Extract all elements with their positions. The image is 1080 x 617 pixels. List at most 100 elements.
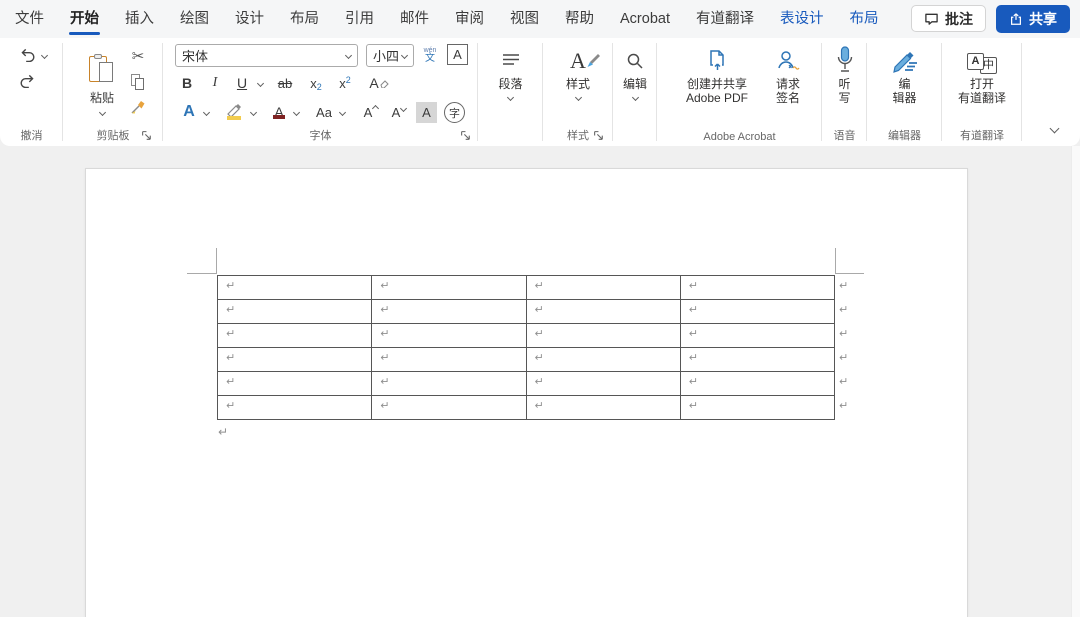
paste-button[interactable]: 粘贴 <box>81 43 123 125</box>
comments-button[interactable]: 批注 <box>911 5 986 32</box>
tab-5-normal[interactable]: 布局 <box>277 0 332 38</box>
table-cell-r3-c1[interactable]: ↵ <box>218 324 372 348</box>
comments-label: 批注 <box>945 9 973 29</box>
change-case-chevron[interactable] <box>339 109 346 116</box>
table-cell-r4-c1[interactable]: ↵ <box>218 348 372 372</box>
tab-0-normal[interactable]: 文件 <box>2 0 57 38</box>
cut-button[interactable]: ✂ <box>127 46 149 66</box>
bold-button[interactable]: B <box>176 72 198 94</box>
editor-line1: 编 <box>898 77 910 91</box>
paste-dropdown-chevron[interactable] <box>98 108 105 115</box>
table-cell-r6-c4[interactable]: ↵ <box>681 396 835 420</box>
tab-14-contextual[interactable]: 布局 <box>836 0 891 38</box>
table-cell-r1-c3[interactable]: ↵ <box>527 276 681 300</box>
word-table[interactable]: ↵↵↵↵↵↵↵↵↵↵↵↵↵↵↵↵↵↵↵↵↵↵↵↵ <box>217 275 835 420</box>
superscript-button[interactable]: x 2 <box>333 72 357 94</box>
text-effects-chevron[interactable] <box>203 109 210 116</box>
italic-button[interactable]: I <box>204 72 226 94</box>
shrink-font-button[interactable]: A <box>387 100 411 124</box>
clear-formatting-button[interactable]: A <box>366 72 392 94</box>
cell-end-mark: ↵ <box>226 304 235 316</box>
undo-dropdown-chevron[interactable] <box>40 51 47 58</box>
font-size-combobox[interactable]: 小四 <box>366 44 414 67</box>
styles-menu-button[interactable]: A 样式 <box>543 38 613 100</box>
table-cell-r5-c2[interactable]: ↵ <box>372 372 526 396</box>
styles-dialog-launcher[interactable] <box>593 130 605 142</box>
tab-12-normal[interactable]: 有道翻译 <box>683 0 767 38</box>
tab-2-normal[interactable]: 插入 <box>112 0 167 38</box>
vertical-scrollbar[interactable] <box>1071 146 1080 617</box>
subscript-button[interactable]: x 2 <box>304 72 328 94</box>
share-button[interactable]: 共享 <box>996 5 1070 33</box>
font-name-combobox[interactable]: 宋体 <box>175 44 358 67</box>
text-effects-button[interactable]: A <box>177 100 201 124</box>
enclose-characters-button[interactable]: 字 <box>444 102 465 123</box>
crop-mark-left-horizontal <box>187 273 216 274</box>
open-youdao-button[interactable]: A 中 打开 有道翻译 <box>942 38 1022 105</box>
table-cell-r6-c3[interactable]: ↵ <box>527 396 681 420</box>
cell-end-mark: ↵ <box>226 328 235 340</box>
character-border-button[interactable]: A <box>447 44 468 65</box>
font-color-chevron[interactable] <box>293 109 300 116</box>
editing-menu-button[interactable]: 编辑 <box>613 38 657 100</box>
tab-3-normal[interactable]: 绘图 <box>167 0 222 38</box>
collapse-ribbon-chevron[interactable] <box>1050 124 1060 134</box>
table-cell-r3-c2[interactable]: ↵ <box>372 324 526 348</box>
tab-9-normal[interactable]: 视图 <box>497 0 552 38</box>
table-cell-r4-c4[interactable]: ↵ <box>681 348 835 372</box>
copy-button[interactable] <box>127 72 149 92</box>
character-shading-button[interactable]: A <box>416 102 437 123</box>
table-cell-r2-c4[interactable]: ↵ <box>681 300 835 324</box>
table-cell-r4-c3[interactable]: ↵ <box>527 348 681 372</box>
table-cell-r6-c1[interactable]: ↵ <box>218 396 372 420</box>
strikethrough-button[interactable]: ab <box>273 72 297 94</box>
table-cell-r1-c4[interactable]: ↵ <box>681 276 835 300</box>
table-cell-r5-c4[interactable]: ↵ <box>681 372 835 396</box>
clipboard-dialog-launcher[interactable] <box>141 130 153 142</box>
dictate-button[interactable]: 听 写 <box>822 38 867 105</box>
scissors-icon: ✂ <box>132 47 145 65</box>
redo-button[interactable] <box>16 71 36 91</box>
table-cell-r6-c2[interactable]: ↵ <box>372 396 526 420</box>
tab-11-normal[interactable]: Acrobat <box>607 0 683 38</box>
undo-button[interactable] <box>16 45 50 65</box>
dictate-line1: 听 <box>838 77 850 91</box>
table-cell-r3-c4[interactable]: ↵ <box>681 324 835 348</box>
cell-end-mark: ↵ <box>535 280 544 292</box>
highlight-chevron[interactable] <box>250 109 257 116</box>
underline-chevron[interactable] <box>257 80 264 87</box>
tab-6-normal[interactable]: 引用 <box>332 0 387 38</box>
format-painter-button[interactable] <box>127 98 149 118</box>
cell-end-mark: ↵ <box>535 376 544 388</box>
document-canvas[interactable]: ↵↵↵↵↵↵↵↵↵↵↵↵↵↵↵↵↵↵↵↵↵↵↵↵ ↵↵↵↵↵↵ ↵ <box>0 146 1080 617</box>
highlight-button[interactable] <box>221 100 247 124</box>
editor-button[interactable]: 编 辑器 <box>867 38 942 105</box>
change-case-button[interactable]: Aa <box>311 100 337 124</box>
font-dialog-launcher[interactable] <box>460 130 472 142</box>
create-share-pdf-button[interactable]: 创建并共享 Adobe PDF <box>671 38 763 105</box>
table-cell-r1-c2[interactable]: ↵ <box>372 276 526 300</box>
document-page[interactable]: ↵↵↵↵↵↵↵↵↵↵↵↵↵↵↵↵↵↵↵↵↵↵↵↵ ↵↵↵↵↵↵ ↵ <box>85 168 968 617</box>
table-cell-r4-c2[interactable]: ↵ <box>372 348 526 372</box>
table-cell-r5-c1[interactable]: ↵ <box>218 372 372 396</box>
request-signature-button[interactable]: 请求 签名 <box>765 38 811 105</box>
tab-7-normal[interactable]: 邮件 <box>387 0 442 38</box>
tab-8-normal[interactable]: 审阅 <box>442 0 497 38</box>
tab-13-contextual[interactable]: 表设计 <box>767 0 837 38</box>
table-cell-r1-c1[interactable]: ↵ <box>218 276 372 300</box>
table-cell-r3-c3[interactable]: ↵ <box>527 324 681 348</box>
table-cell-r5-c3[interactable]: ↵ <box>527 372 681 396</box>
grow-font-button[interactable]: A <box>359 100 383 124</box>
table-cell-r2-c2[interactable]: ↵ <box>372 300 526 324</box>
paragraph-menu-button[interactable]: 段落 <box>478 38 543 100</box>
tab-1-active[interactable]: 开始 <box>57 0 112 38</box>
table-cell-r2-c1[interactable]: ↵ <box>218 300 372 324</box>
tab-10-normal[interactable]: 帮助 <box>552 0 607 38</box>
cell-end-mark: ↵ <box>380 280 389 292</box>
editor-group-label: 编辑器 <box>867 127 942 143</box>
phonetic-guide-button[interactable]: wén 文 <box>418 42 442 68</box>
underline-button[interactable]: U <box>231 72 253 94</box>
tab-4-normal[interactable]: 设计 <box>222 0 277 38</box>
font-color-button[interactable]: A <box>268 100 290 124</box>
table-cell-r2-c3[interactable]: ↵ <box>527 300 681 324</box>
